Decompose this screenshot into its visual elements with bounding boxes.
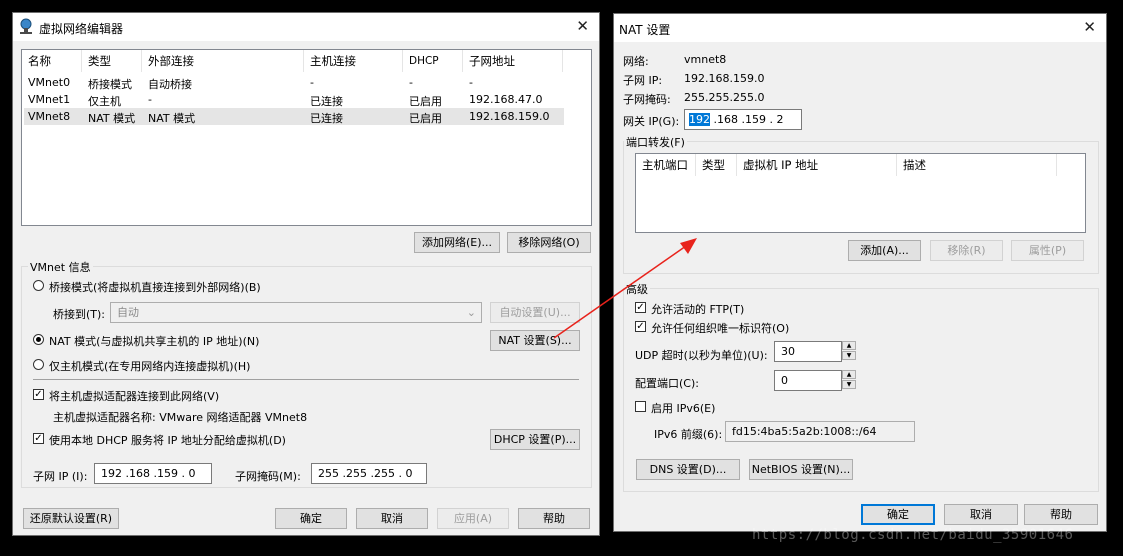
annotation-arrow [553, 238, 697, 339]
watermark-text: https://blog.csdn.net/baidu_35901646 [752, 527, 1074, 543]
